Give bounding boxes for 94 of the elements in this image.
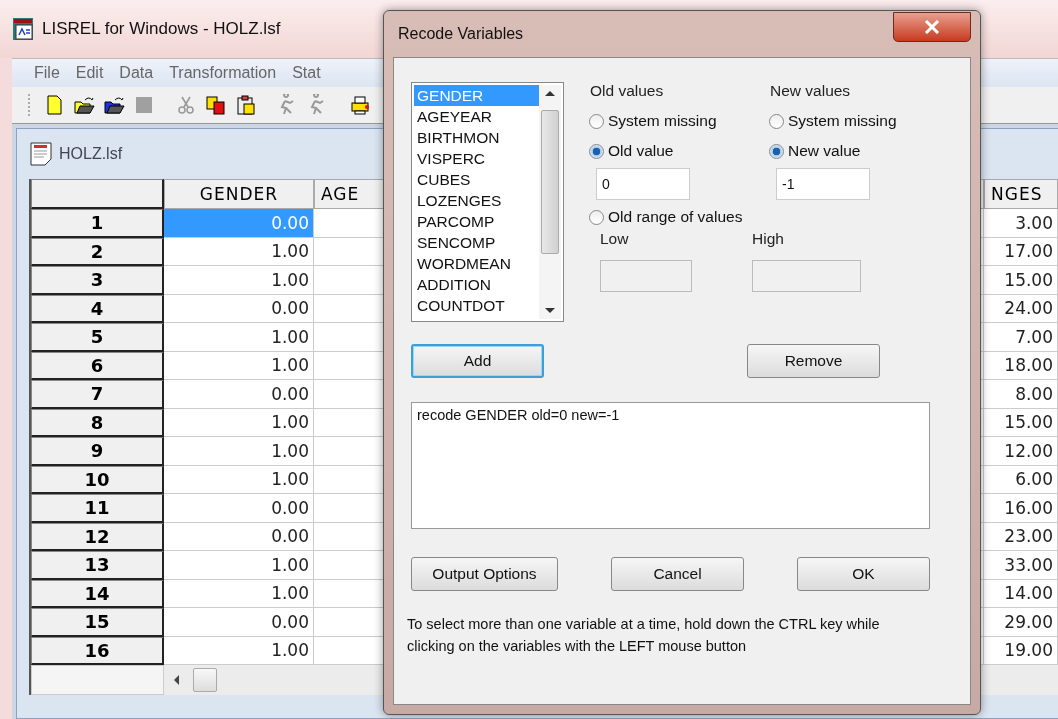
row-header[interactable]: 5 <box>31 323 164 352</box>
list-item[interactable]: AGEYEAR <box>414 106 539 127</box>
row-header[interactable]: 4 <box>31 294 164 323</box>
table-cell[interactable]: 1.00 <box>164 266 314 295</box>
row-header[interactable]: 10 <box>31 465 164 494</box>
list-item[interactable]: BIRTHMON <box>414 127 539 148</box>
add-button[interactable]: Add <box>411 344 544 378</box>
printer-icon[interactable] <box>348 93 372 117</box>
radio-button[interactable]: System missing <box>589 112 750 130</box>
row-header[interactable]: 11 <box>31 494 164 523</box>
variable-list[interactable]: GENDER AGEYEAR BIRTHMON VISPERC CUBES LOZENGES PARCOMP SENCOMP WORDMEAN ADDITION COUNTDOT <box>411 82 564 322</box>
table-cell[interactable]: 0.00 <box>164 380 314 409</box>
list-item[interactable]: VISPERC <box>414 148 539 169</box>
menu-item[interactable]: File <box>32 64 62 82</box>
table-cell[interactable]: 1.00 <box>164 465 314 494</box>
input-field[interactable]: 0 <box>596 168 690 200</box>
row-header[interactable]: 1 <box>31 209 164 238</box>
vertical-scrollbar[interactable] <box>539 85 561 319</box>
table-cell[interactable]: 0.00 <box>164 608 314 637</box>
row-header[interactable]: 13 <box>31 551 164 580</box>
list-item[interactable]: SENCOMP <box>414 232 539 253</box>
table-cell[interactable]: 33.00 <box>984 551 1058 580</box>
dialog-button[interactable]: Cancel <box>611 557 744 591</box>
row-header[interactable]: 7 <box>31 380 164 409</box>
list-item[interactable]: LOZENGES <box>414 190 539 211</box>
table-cell[interactable]: 7.00 <box>984 323 1058 352</box>
table-cell[interactable]: 17.00 <box>984 237 1058 266</box>
command-text-area[interactable]: recode GENDER old=0 new=-1 <box>411 402 930 529</box>
table-cell[interactable]: 1.00 <box>164 323 314 352</box>
table-cell[interactable]: 3.00 <box>984 209 1058 238</box>
command-text: recode GENDER old=0 new=-1 <box>417 407 620 423</box>
document-title: HOLZ.lsf <box>59 145 123 163</box>
menu-item[interactable]: Transformation <box>167 64 279 82</box>
window-title: LISREL for Windows - HOLZ.lsf <box>42 19 281 39</box>
table-cell[interactable]: 0.00 <box>164 494 314 523</box>
input-field[interactable]: -1 <box>776 168 870 200</box>
column-header[interactable]: NGES <box>984 179 1058 209</box>
table-cell[interactable]: 1.00 <box>164 579 314 608</box>
table-cell[interactable]: 14.00 <box>984 579 1058 608</box>
row-header[interactable]: 16 <box>31 636 164 665</box>
app-icon <box>12 17 34 41</box>
dialog-button[interactable]: OK <box>797 557 930 591</box>
table-cell[interactable]: 0.00 <box>164 522 314 551</box>
list-item[interactable]: WORDMEAN <box>414 253 539 274</box>
table-cell[interactable]: 16.00 <box>984 494 1058 523</box>
radio-button[interactable]: New value <box>769 142 930 160</box>
menu-item[interactable]: Stat <box>290 64 323 82</box>
table-cell[interactable]: 12.00 <box>984 437 1058 466</box>
group-label: Old values <box>590 82 665 100</box>
row-header[interactable]: 2 <box>31 237 164 266</box>
menu-item[interactable]: Edit <box>73 64 106 82</box>
table-cell[interactable]: 1.00 <box>164 408 314 437</box>
table-cell[interactable]: 1.00 <box>164 437 314 466</box>
field-label: High <box>752 230 785 248</box>
corner-header[interactable] <box>31 179 164 209</box>
row-header[interactable]: 14 <box>31 579 164 608</box>
column-header[interactable]: GENDER <box>164 179 314 209</box>
paste-icon[interactable] <box>234 93 258 117</box>
radio-button[interactable]: Old range of values <box>589 208 930 226</box>
help-text: To select more than one variable at a time, hold down the CTRL key while clicking on the variables with the LEFT mouse button <box>407 615 881 656</box>
row-header[interactable]: 3 <box>31 266 164 295</box>
table-cell[interactable]: 24.00 <box>984 294 1058 323</box>
list-item[interactable]: PARCOMP <box>414 211 539 232</box>
menu-item[interactable]: Data <box>117 64 156 82</box>
table-cell[interactable]: 6.00 <box>984 465 1058 494</box>
dialog-button[interactable]: Output Options <box>411 557 558 591</box>
table-cell[interactable]: 1.00 <box>164 351 314 380</box>
row-header[interactable]: 12 <box>31 522 164 551</box>
close-icon <box>923 20 941 34</box>
list-item[interactable]: COUNTDOT <box>414 295 539 316</box>
radio-button[interactable]: System missing <box>769 112 930 130</box>
row-header[interactable]: 6 <box>31 351 164 380</box>
table-cell[interactable]: 23.00 <box>984 522 1058 551</box>
table-cell[interactable]: 15.00 <box>984 266 1058 295</box>
table-cell[interactable]: 15.00 <box>984 408 1058 437</box>
table-cell[interactable]: 8.00 <box>984 380 1058 409</box>
close-button[interactable] <box>893 12 971 42</box>
group-label: New values <box>770 82 852 100</box>
table-cell[interactable]: 1.00 <box>164 237 314 266</box>
row-header[interactable]: 8 <box>31 408 164 437</box>
document-icon <box>29 141 55 167</box>
table-cell[interactable]: 18.00 <box>984 351 1058 380</box>
field-label: Low <box>600 230 630 248</box>
list-item[interactable]: CUBES <box>414 169 539 190</box>
copy-icon[interactable] <box>204 93 228 117</box>
table-cell[interactable]: 1.00 <box>164 551 314 580</box>
row-header[interactable]: 15 <box>31 608 164 637</box>
radio-button[interactable]: Old value <box>589 142 750 160</box>
table-cell[interactable]: 29.00 <box>984 608 1058 637</box>
remove-button[interactable]: Remove <box>747 344 880 378</box>
row-header[interactable]: 9 <box>31 437 164 466</box>
table-cell[interactable]: 0.00 <box>164 294 314 323</box>
dialog-title: Recode Variables <box>397 25 524 43</box>
list-item[interactable]: ADDITION <box>414 274 539 295</box>
